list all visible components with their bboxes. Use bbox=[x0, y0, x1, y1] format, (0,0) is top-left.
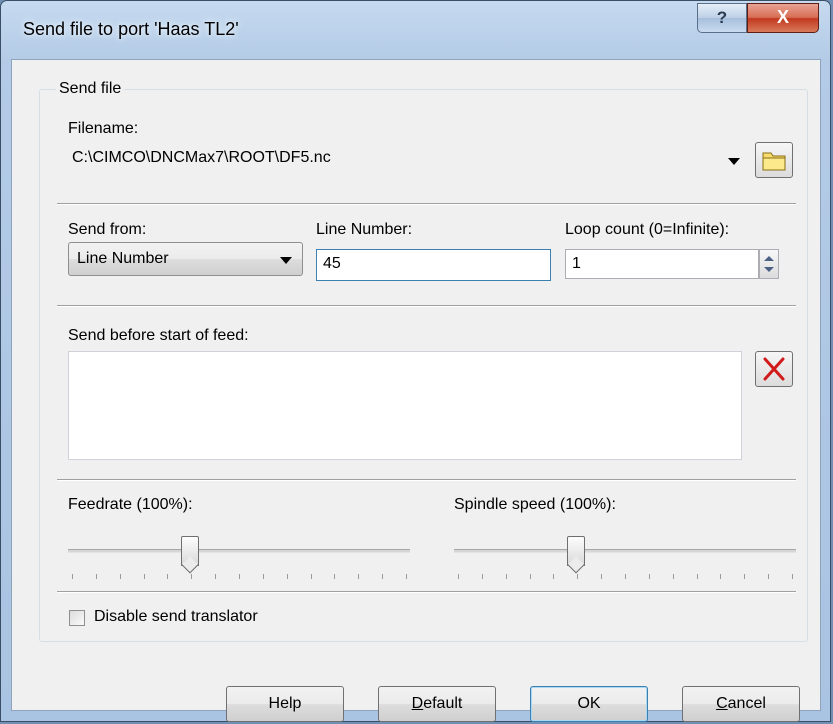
slider-tick bbox=[96, 574, 97, 579]
slider-tick bbox=[215, 574, 216, 579]
red-x-icon bbox=[763, 357, 785, 381]
disable-translator-checkbox[interactable] bbox=[69, 610, 85, 626]
slider-tick bbox=[792, 574, 793, 579]
feedrate-label: Feedrate (100%): bbox=[68, 496, 193, 513]
send-from-select[interactable]: Line Number bbox=[68, 242, 303, 276]
title-bar[interactable]: Send file to port 'Haas TL2' ? X bbox=[1, 1, 830, 59]
help-button-label: Help bbox=[268, 695, 302, 712]
loop-count-value: 1 bbox=[572, 255, 581, 272]
disable-translator-label[interactable]: Disable send translator bbox=[94, 608, 258, 626]
spin-up-icon[interactable] bbox=[764, 256, 774, 261]
slider-tick bbox=[673, 574, 674, 579]
spindle-label: Spindle speed (100%): bbox=[454, 496, 616, 513]
slider-tick bbox=[482, 574, 483, 579]
filename-combo[interactable]: C:\CIMCO\DNCMax7\ROOT\DF5.nc bbox=[68, 145, 742, 175]
slider-tick bbox=[167, 574, 168, 579]
browse-folder-button[interactable] bbox=[755, 142, 793, 178]
ok-button[interactable]: OK bbox=[530, 686, 648, 722]
separator bbox=[57, 591, 796, 593]
slider-tick bbox=[144, 574, 145, 579]
chevron-down-icon[interactable] bbox=[280, 257, 292, 264]
before-feed-textarea[interactable] bbox=[68, 351, 742, 460]
cancel-button-label: ancel bbox=[727, 695, 766, 712]
loop-count-label: Loop count (0=Infinite): bbox=[565, 221, 730, 238]
slider-tick bbox=[649, 574, 650, 579]
filename-label: Filename: bbox=[68, 120, 139, 137]
close-button[interactable]: X bbox=[747, 3, 819, 33]
line-number-input[interactable]: 45 bbox=[316, 249, 551, 281]
slider-thumb[interactable] bbox=[181, 536, 199, 566]
slider-tick bbox=[239, 574, 240, 579]
slider-tick bbox=[530, 574, 531, 579]
dialog-window: Send file to port 'Haas TL2' ? X Send fi… bbox=[0, 0, 831, 722]
slider-tick bbox=[358, 574, 359, 579]
default-button-mnemonic: D bbox=[411, 695, 424, 712]
slider-tick bbox=[406, 574, 407, 579]
slider-tick bbox=[697, 574, 698, 579]
separator bbox=[57, 479, 796, 481]
slider-tick bbox=[553, 574, 554, 579]
slider-tick bbox=[120, 574, 121, 579]
slider-tick bbox=[263, 574, 264, 579]
separator bbox=[57, 203, 796, 205]
line-number-label: Line Number: bbox=[316, 221, 413, 238]
dialog-body: Send file Filename: C:\CIMCO\DNCMax7\ROO… bbox=[11, 59, 821, 722]
slider-tick bbox=[72, 574, 73, 579]
slider-tick bbox=[768, 574, 769, 579]
slider-tick bbox=[720, 574, 721, 579]
spin-down-icon[interactable] bbox=[764, 267, 774, 272]
slider-tick bbox=[458, 574, 459, 579]
slider-tick bbox=[311, 574, 312, 579]
separator bbox=[57, 305, 796, 307]
default-button[interactable]: Default bbox=[378, 686, 496, 722]
ok-button-label: OK bbox=[577, 695, 601, 712]
group-legend: Send file bbox=[56, 80, 125, 98]
help-button[interactable]: Help bbox=[226, 686, 344, 722]
default-button-label: efault bbox=[423, 695, 463, 712]
feedrate-slider[interactable] bbox=[68, 526, 410, 586]
slider-tick bbox=[506, 574, 507, 579]
window-title: Send file to port 'Haas TL2' bbox=[23, 19, 239, 39]
cancel-button[interactable]: Cancel bbox=[682, 686, 800, 722]
chevron-down-icon[interactable] bbox=[728, 158, 740, 165]
slider-tick bbox=[601, 574, 602, 579]
before-feed-label: Send before start of feed: bbox=[68, 327, 249, 344]
line-number-value: 45 bbox=[323, 255, 341, 272]
slider-tick bbox=[625, 574, 626, 579]
slider-tick bbox=[287, 574, 288, 579]
spindle-slider[interactable] bbox=[454, 526, 796, 586]
loop-count-spinner[interactable] bbox=[759, 249, 779, 279]
slider-tick bbox=[382, 574, 383, 579]
slider-tick bbox=[577, 574, 578, 579]
send-from-label: Send from: bbox=[68, 221, 147, 238]
slider-tick bbox=[744, 574, 745, 579]
slider-track bbox=[68, 549, 410, 553]
send-from-value: Line Number bbox=[77, 250, 169, 267]
slider-tick bbox=[191, 574, 192, 579]
filename-value: C:\CIMCO\DNCMax7\ROOT\DF5.nc bbox=[72, 149, 331, 166]
slider-track bbox=[454, 549, 796, 553]
slider-tick bbox=[334, 574, 335, 579]
clear-feed-button[interactable] bbox=[755, 351, 793, 387]
folder-icon bbox=[762, 152, 786, 171]
help-title-button[interactable]: ? bbox=[697, 3, 747, 33]
loop-count-input[interactable]: 1 bbox=[565, 249, 759, 279]
slider-thumb[interactable] bbox=[567, 536, 585, 566]
cancel-button-mnemonic: C bbox=[716, 695, 728, 712]
